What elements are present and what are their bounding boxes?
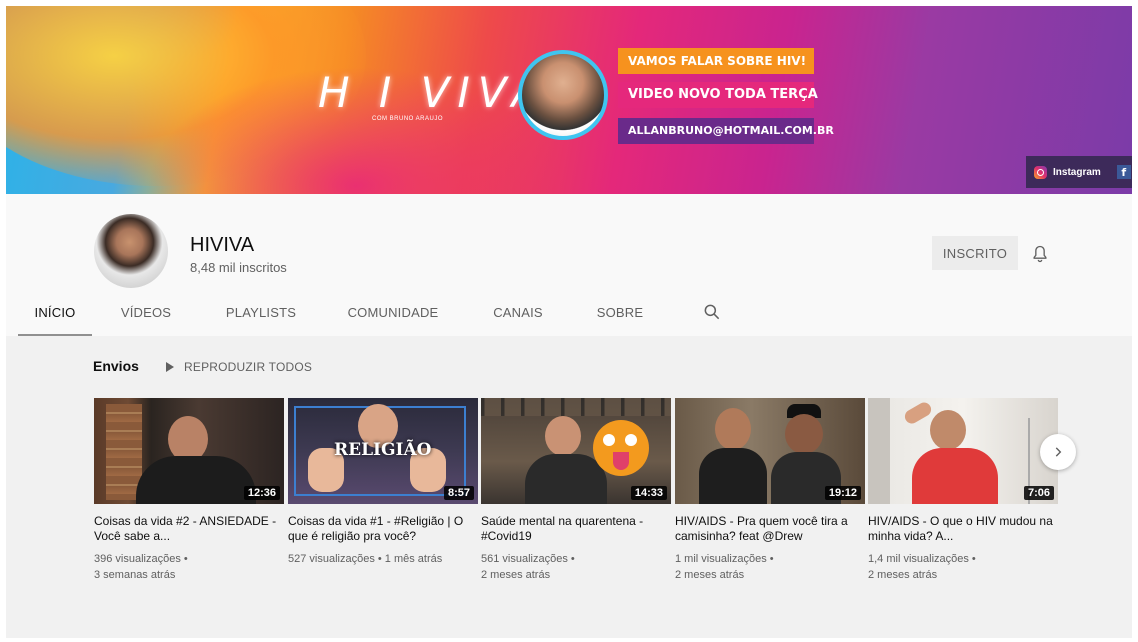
video-meta: 1 mil visualizações • 2 meses atrás <box>675 551 865 583</box>
raised-arm <box>902 399 934 427</box>
tab-videos[interactable]: VÍDEOS <box>110 300 182 336</box>
video-meta: 396 visualizações • 3 semanas atrás <box>94 551 284 583</box>
channel-avatar[interactable] <box>94 214 168 288</box>
video-views: 396 visualizações • <box>94 553 188 565</box>
subscribe-button[interactable]: INSCRITO <box>932 236 1018 270</box>
play-all-label: REPRODUZIR TODOS <box>184 360 313 374</box>
video-title[interactable]: Coisas da vida #1 - #Religião | O que é … <box>288 514 478 544</box>
person-body <box>912 448 998 504</box>
video-age: 2 meses atrás <box>481 569 551 581</box>
video-age: 2 meses atrás <box>675 569 745 581</box>
video-card[interactable]: 7:06 HIV/AIDS - O que o HIV mudou na min… <box>868 398 1058 583</box>
channel-header: HIVIVA 8,48 mil inscritos INSCRITO INÍCI… <box>6 194 1132 336</box>
banner-social-links: Instagram f <box>1026 156 1132 188</box>
person-face <box>715 408 751 450</box>
person-face <box>930 410 966 450</box>
instagram-link[interactable]: Instagram <box>1053 167 1101 178</box>
banner-badge: VIDEO NOVO TODA TERÇA <box>618 82 818 108</box>
video-card[interactable]: 14:33 Saúde mental na quarentena - #Covi… <box>481 398 671 583</box>
video-views: 1 mil visualizações • <box>675 553 774 565</box>
tab-inicio[interactable]: INÍCIO <box>18 300 92 336</box>
video-title[interactable]: HIV/AIDS - Pra quem você tira a camisinh… <box>675 514 865 544</box>
person-body <box>699 448 767 504</box>
video-meta: 561 visualizações • 2 meses atrás <box>481 551 671 583</box>
video-title[interactable]: Coisas da vida #2 - ANSIEDADE - Você sab… <box>94 514 284 544</box>
tab-comunidade[interactable]: COMUNIDADE <box>342 300 444 336</box>
person-body <box>525 454 607 504</box>
shelf-title[interactable]: Envios <box>93 358 139 374</box>
tab-canais[interactable]: CANAIS <box>482 300 554 336</box>
notification-bell-icon[interactable] <box>1030 243 1050 265</box>
tab-sobre[interactable]: SOBRE <box>588 300 652 336</box>
instagram-icon[interactable] <box>1034 165 1047 179</box>
banner-avatar <box>518 50 608 140</box>
channel-name: HIVIVA <box>190 234 255 256</box>
person-body <box>136 456 256 504</box>
video-views: 527 visualizações • 1 mês atrás <box>288 553 443 565</box>
video-duration: 7:06 <box>1023 486 1054 500</box>
door <box>868 398 890 504</box>
thumbnail-overlay-text: RELIGIÃO <box>334 440 432 460</box>
video-age: 3 semanas atrás <box>94 569 176 581</box>
banner-badge: VAMOS FALAR SOBRE HIV! <box>618 48 814 74</box>
video-thumbnail[interactable]: 12:36 <box>94 398 284 504</box>
video-meta: 1,4 mil visualizações • 2 meses atrás <box>868 551 1058 583</box>
tab-playlists[interactable]: PLAYLISTS <box>216 300 306 336</box>
video-thumbnail[interactable]: RELIGIÃO 8:57 <box>288 398 478 504</box>
video-views: 561 visualizações • <box>481 553 575 565</box>
video-thumbnail[interactable]: 14:33 <box>481 398 671 504</box>
search-icon[interactable] <box>702 302 722 322</box>
video-duration: 8:57 <box>443 486 474 500</box>
subscriber-count: 8,48 mil inscritos <box>190 260 287 275</box>
video-title[interactable]: HIV/AIDS - O que o HIV mudou na minha vi… <box>868 514 1058 544</box>
facebook-icon[interactable]: f <box>1116 165 1131 179</box>
channel-banner: H I VIVA COM BRUNO ARAUJO VAMOS FALAR SO… <box>6 6 1132 194</box>
play-all-button[interactable]: REPRODUZIR TODOS <box>166 360 312 374</box>
video-duration: 14:33 <box>630 486 667 500</box>
video-duration: 19:12 <box>824 486 861 500</box>
play-icon <box>166 362 174 372</box>
banner-subtitle: COM BRUNO ARAUJO <box>372 116 444 122</box>
video-card[interactable]: 12:36 Coisas da vida #2 - ANSIEDADE - Vo… <box>94 398 284 583</box>
video-card[interactable]: RELIGIÃO 8:57 Coisas da vida #1 - #Relig… <box>288 398 478 567</box>
video-meta: 527 visualizações • 1 mês atrás <box>288 551 478 567</box>
wall-decor <box>481 398 671 416</box>
youtube-channel-page: H I VIVA COM BRUNO ARAUJO VAMOS FALAR SO… <box>6 6 1132 638</box>
video-thumbnail[interactable]: 19:12 <box>675 398 865 504</box>
video-card[interactable]: 19:12 HIV/AIDS - Pra quem você tira a ca… <box>675 398 865 583</box>
shelf-next-button[interactable] <box>1040 434 1076 470</box>
banner-badge: ALLANBRUNO@HOTMAIL.COM.BR <box>618 118 834 144</box>
video-views: 1,4 mil visualizações • <box>868 553 976 565</box>
person-face <box>545 416 581 456</box>
chevron-right-icon <box>1055 447 1062 457</box>
video-age: 2 meses atrás <box>868 569 938 581</box>
banner-title: H I VIVA <box>318 68 549 117</box>
emoji-sticker <box>593 420 649 476</box>
channel-tabs: INÍCIO VÍDEOS PLAYLISTS COMUNIDADE CANAI… <box>6 300 1132 336</box>
video-title[interactable]: Saúde mental na quarentena - #Covid19 <box>481 514 671 544</box>
person-face <box>785 414 823 454</box>
video-duration: 12:36 <box>243 486 280 500</box>
uploads-shelf: Envios REPRODUZIR TODOS 12:36 Coisas da … <box>6 336 1132 638</box>
video-thumbnail[interactable]: 7:06 <box>868 398 1058 504</box>
